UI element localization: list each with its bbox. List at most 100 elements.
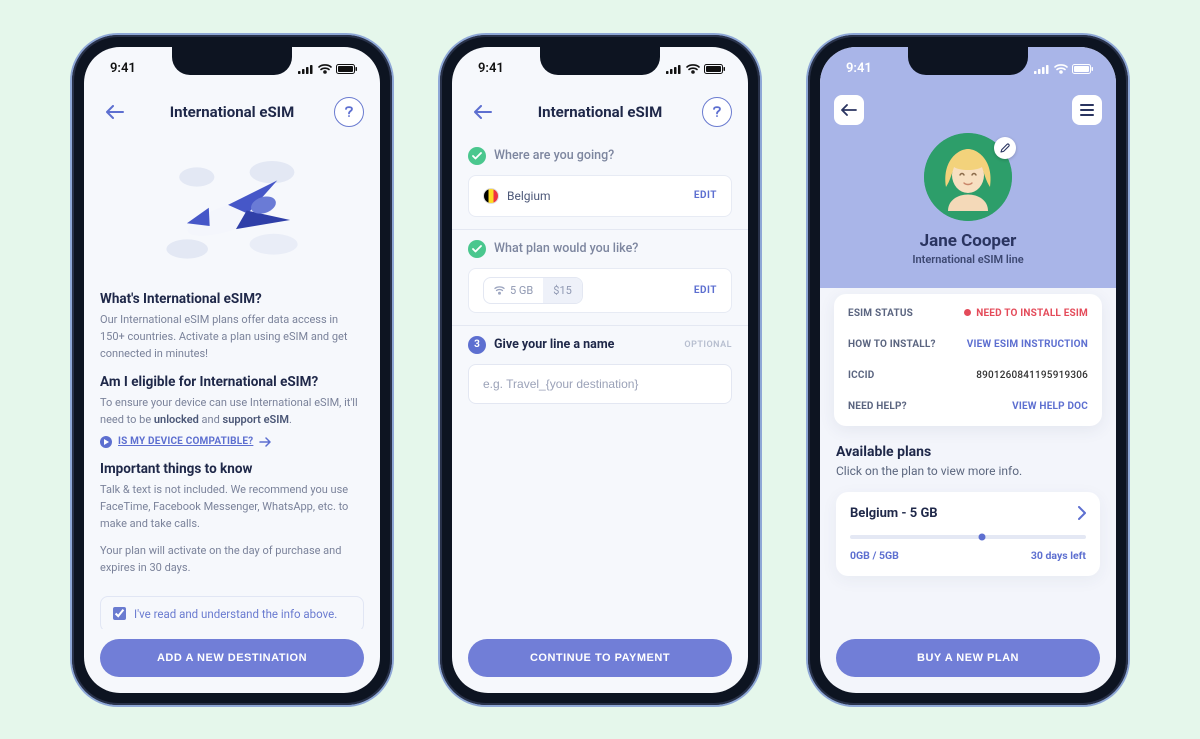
plan-card-header: Belgium - 5 GB — [850, 506, 1086, 521]
edit-destination-link[interactable]: EDIT — [694, 190, 717, 201]
edit-avatar-button[interactable] — [994, 137, 1016, 159]
view-instruction-link[interactable]: VIEW ESIM INSTRUCTION — [967, 339, 1088, 350]
usage-progress — [850, 535, 1086, 539]
pencil-icon — [1000, 143, 1010, 153]
continue-payment-button[interactable]: CONTINUE TO PAYMENT — [468, 639, 732, 677]
airplane-illustration — [152, 145, 312, 273]
desc-important-2: Your plan will activate on the day of pu… — [100, 542, 364, 576]
available-plans-section: Available plans Click on the plan to vie… — [820, 426, 1116, 576]
scroll-body[interactable]: ESIM STATUS NEED TO INSTALL ESIM HOW TO … — [820, 288, 1116, 629]
step-2-question: What plan would you like? — [494, 241, 638, 256]
check-icon — [468, 240, 486, 258]
wifi-icon — [686, 64, 700, 74]
scroll-body[interactable]: What's International eSIM? Our Internati… — [84, 137, 380, 629]
desc-what-is: Our International eSIM plans offer data … — [100, 311, 364, 362]
line-name-input[interactable] — [468, 364, 732, 404]
screen-profile: 9:41 — [820, 47, 1116, 693]
notch — [908, 47, 1028, 75]
plan-days-label: 30 days left — [1031, 549, 1086, 562]
plan-meta: 0GB / 5GB 30 days left — [850, 549, 1086, 562]
scroll-body[interactable]: Where are you going? Belgium EDIT What p… — [452, 137, 748, 629]
content-area: Where are you going? Belgium EDIT What p… — [452, 137, 748, 693]
esim-info-card: ESIM STATUS NEED TO INSTALL ESIM HOW TO … — [834, 294, 1102, 426]
plan-size-segment: 5 GB — [484, 278, 543, 303]
status-indicators — [666, 64, 726, 74]
destination-value: Belgium — [507, 189, 551, 203]
screen-steps: 9:41 International eSIM — [452, 47, 748, 693]
back-button[interactable] — [834, 95, 864, 125]
page-title: International eSIM — [538, 103, 662, 121]
step-3-header: 3 Give your line a name OPTIONAL — [468, 336, 732, 354]
cellular-icon — [298, 64, 314, 74]
profile-name: Jane Cooper — [820, 231, 1116, 251]
back-button[interactable] — [100, 97, 130, 127]
content-area: What's International eSIM? Our Internati… — [84, 137, 380, 693]
device-compatible-link[interactable]: IS MY DEVICE COMPATIBLE? — [100, 436, 271, 448]
question-icon — [712, 105, 722, 119]
status-time: 9:41 — [110, 61, 136, 76]
acknowledge-checkbox-row[interactable]: I've read and understand the info above. — [100, 596, 364, 629]
battery-icon — [336, 64, 358, 74]
acknowledge-checkbox[interactable] — [113, 607, 126, 620]
arrow-left-icon — [474, 105, 492, 119]
esim-status-value[interactable]: NEED TO INSTALL ESIM — [964, 308, 1088, 319]
profile-hero: 9:41 — [820, 47, 1116, 288]
step-1-question: Where are you going? — [494, 148, 614, 163]
check-icon — [468, 147, 486, 165]
plan-field[interactable]: 5 GB $15 EDIT — [468, 268, 732, 313]
add-destination-button[interactable]: ADD A NEW DESTINATION — [100, 639, 364, 677]
bottom-dock: CONTINUE TO PAYMENT — [452, 629, 748, 693]
phone-frame-1: 9:41 International eSIM — [72, 35, 392, 705]
cellular-icon — [666, 64, 682, 74]
optional-tag: OPTIONAL — [684, 340, 732, 350]
edit-plan-link[interactable]: EDIT — [694, 285, 717, 296]
alert-dot-icon — [964, 309, 971, 316]
step-1-header: Where are you going? — [468, 147, 732, 165]
arrow-right-icon — [259, 437, 271, 447]
status-indicators — [298, 64, 358, 74]
arrow-left-icon — [841, 104, 857, 116]
phone-frame-3: 9:41 — [808, 35, 1128, 705]
content-area: ESIM STATUS NEED TO INSTALL ESIM HOW TO … — [820, 288, 1116, 693]
step-destination: Where are you going? Belgium EDIT — [452, 137, 748, 229]
profile-subtitle: International eSIM line — [820, 253, 1116, 266]
destination-field[interactable]: Belgium EDIT — [468, 175, 732, 217]
desc-important-1: Talk & text is not included. We recommen… — [100, 481, 364, 532]
wifi-icon — [318, 64, 332, 74]
menu-button[interactable] — [1072, 95, 1102, 125]
heading-eligible: Am I eligible for International eSIM? — [100, 374, 364, 390]
help-button[interactable] — [702, 97, 732, 127]
row-need-help: NEED HELP? VIEW HELP DOC — [848, 391, 1088, 422]
heading-what-is: What's International eSIM? — [100, 291, 364, 307]
days-progress-dot — [979, 533, 986, 540]
plan-name: Belgium - 5 GB — [850, 506, 938, 521]
back-button[interactable] — [468, 97, 498, 127]
plans-title: Available plans — [836, 444, 1100, 460]
step-plan: What plan would you like? 5 GB $15 EDIT — [452, 229, 748, 325]
plan-card[interactable]: Belgium - 5 GB 0GB / 5GB 30 days left — [836, 492, 1100, 576]
esim-status-label: ESIM STATUS — [848, 308, 913, 319]
install-label: HOW TO INSTALL? — [848, 339, 936, 350]
compat-link-label: IS MY DEVICE COMPATIBLE? — [118, 436, 253, 447]
arrow-left-icon — [106, 105, 124, 119]
nav-bar: International eSIM — [84, 91, 380, 137]
play-icon — [100, 436, 112, 448]
iccid-value: 8901260841195919306 — [976, 370, 1088, 381]
heading-important: Important things to know — [100, 461, 364, 477]
status-time: 9:41 — [478, 61, 504, 76]
step-2-header: What plan would you like? — [468, 240, 732, 258]
buy-new-plan-button[interactable]: BUY A NEW PLAN — [836, 639, 1100, 677]
chevron-right-icon — [1078, 506, 1086, 520]
plan-usage-label: 0GB / 5GB — [850, 549, 899, 562]
acknowledge-label: I've read and understand the info above. — [134, 607, 337, 621]
notch — [540, 47, 660, 75]
bottom-dock: ADD A NEW DESTINATION — [84, 629, 380, 693]
desc-eligible: To ensure your device can use Internatio… — [100, 394, 364, 428]
help-label: NEED HELP? — [848, 401, 907, 412]
battery-icon — [1072, 64, 1094, 74]
help-button[interactable] — [334, 97, 364, 127]
iccid-label: ICCID — [848, 370, 874, 381]
view-help-link[interactable]: VIEW HELP DOC — [1012, 401, 1088, 412]
row-iccid: ICCID 8901260841195919306 — [848, 360, 1088, 391]
belgium-flag-icon — [483, 188, 499, 204]
